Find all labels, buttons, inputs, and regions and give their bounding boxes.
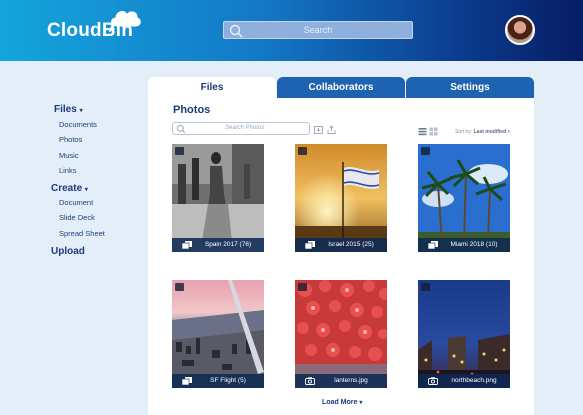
sidebar-item-spread-sheet[interactable]: Spread Sheet: [59, 229, 105, 238]
photo-card[interactable]: northbeach.png: [418, 280, 510, 388]
sidebar-files-heading[interactable]: Files ▾: [54, 104, 83, 115]
upload-icon[interactable]: [327, 125, 336, 134]
chevron-down-icon: ▾: [507, 129, 511, 135]
card-label-bar: Miami 2018 (10): [418, 238, 510, 252]
tab-collaborators[interactable]: Collaborators: [277, 77, 405, 98]
share-icon[interactable]: [298, 283, 307, 291]
chevron-down-icon: ▾: [79, 108, 83, 114]
album-icon: [428, 241, 438, 249]
card-label-bar: Spain 2017 (76): [172, 238, 264, 252]
photo-card[interactable]: lanterns.jpg: [295, 280, 387, 388]
share-icon[interactable]: [298, 147, 307, 155]
share-icon[interactable]: [175, 147, 184, 155]
card-label-bar: lanterns.jpg: [295, 374, 387, 388]
card-label: Spain 2017 (76): [204, 241, 252, 248]
sidebar-item-music[interactable]: Music: [59, 151, 79, 160]
load-more-label: Load More: [322, 399, 358, 406]
photo-card[interactable]: Spain 2017 (76): [172, 144, 264, 252]
photo-search-placeholder: Search Photos: [225, 125, 265, 131]
photo-thumbnail: [172, 144, 264, 252]
chevron-down-icon: ▾: [359, 400, 363, 406]
album-icon: [182, 241, 192, 249]
photo-thumbnail: [418, 144, 510, 252]
card-label: northbeach.png: [451, 377, 497, 384]
card-label: lanterns.jpg: [334, 377, 368, 384]
share-icon[interactable]: [421, 147, 430, 155]
load-more-button[interactable]: Load More ▾: [322, 399, 362, 406]
sidebar-item-slide-deck[interactable]: Slide Deck: [59, 213, 95, 222]
share-icon[interactable]: [421, 283, 430, 291]
photo-card[interactable]: Miami 2018 (10): [418, 144, 510, 252]
global-search-input[interactable]: Search: [223, 21, 413, 39]
new-folder-icon[interactable]: [314, 125, 323, 134]
search-icon: [176, 124, 186, 134]
sort-value: Last modified: [473, 129, 507, 135]
sort-dropdown[interactable]: Sort by: Last modified ▾: [455, 129, 510, 135]
page-title: Photos: [173, 104, 211, 116]
card-label: Israel 2015 (25): [328, 241, 374, 248]
sidebar-item-document[interactable]: Document: [59, 198, 93, 207]
sidebar-create-label: Create: [51, 183, 83, 194]
list-view-icon[interactable]: [418, 127, 427, 136]
album-icon: [182, 377, 192, 385]
sort-label: Sort by:: [455, 129, 473, 135]
tab-settings[interactable]: Settings: [406, 77, 534, 98]
camera-icon: [305, 377, 315, 385]
sidebar-upload-button[interactable]: Upload: [51, 246, 85, 257]
chevron-down-icon: ▾: [84, 187, 88, 193]
sidebar-files-label: Files: [54, 104, 77, 115]
photo-card[interactable]: Israel 2015 (25): [295, 144, 387, 252]
tab-files[interactable]: Files: [148, 77, 276, 98]
sidebar-item-documents[interactable]: Documents: [59, 120, 97, 129]
album-icon: [305, 241, 315, 249]
photo-thumbnail: [295, 280, 387, 388]
sidebar-create-heading[interactable]: Create ▾: [51, 183, 88, 194]
card-label: Miami 2018 (10): [450, 241, 498, 248]
user-avatar[interactable]: [505, 15, 535, 45]
sidebar-item-photos[interactable]: Photos: [59, 135, 82, 144]
photo-search-input[interactable]: Search Photos: [172, 122, 310, 135]
photo-card[interactable]: SF Flight (5): [172, 280, 264, 388]
share-icon[interactable]: [175, 283, 184, 291]
card-label: SF Flight (5): [210, 377, 246, 384]
photo-thumbnail: [172, 280, 264, 388]
card-label-bar: SF Flight (5): [172, 374, 264, 388]
cloud-logo-icon: [109, 10, 141, 32]
card-label-bar: northbeach.png: [418, 374, 510, 388]
photo-thumbnail: [295, 144, 387, 252]
sidebar-item-links[interactable]: Links: [59, 166, 77, 175]
photo-thumbnail: [418, 280, 510, 388]
card-label-bar: Israel 2015 (25): [295, 238, 387, 252]
grid-view-icon[interactable]: [429, 127, 438, 136]
search-placeholder: Search: [303, 25, 333, 35]
camera-icon: [428, 377, 438, 385]
app-header: CloudBin Search: [0, 0, 583, 61]
